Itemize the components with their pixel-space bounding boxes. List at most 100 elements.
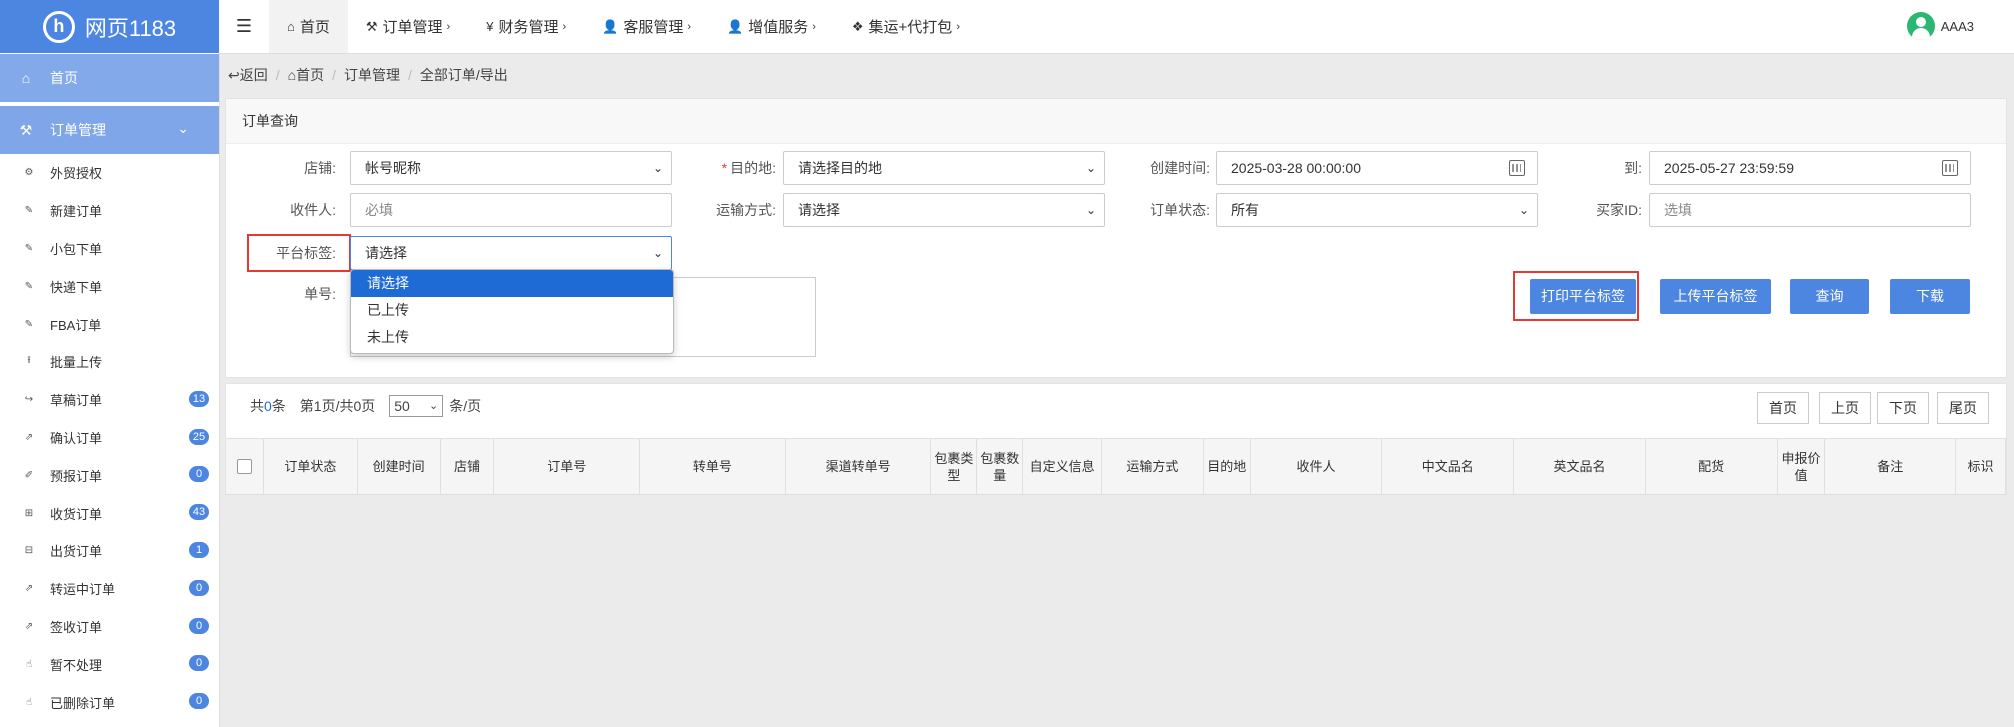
column-header[interactable]: 申报价值 [1778,439,1826,494]
upload-icon: ⭱ [27,355,31,367]
column-header[interactable]: 包裹数量 [977,439,1024,494]
column-header[interactable]: 备注 [1825,439,1957,494]
count-badge: 1 [189,541,209,558]
dropdown-option[interactable]: 已上传 [351,297,673,324]
sidebar-subitem[interactable]: ☝ 暂不处理 0 [0,645,219,683]
sidebar-subitem[interactable]: ⇗ 转运中订单 0 [0,570,219,608]
total-count: 0 [264,398,272,414]
next-page-button[interactable]: 下页 [1877,392,1929,424]
breadcrumb-home[interactable]: 首页 [296,65,324,85]
column-header[interactable]: 创建时间 [358,439,441,494]
breadcrumb-order-management[interactable]: 订单管理 [344,65,400,85]
sidebar-subitem[interactable]: ✎ 新建订单 [0,192,219,230]
sidebar-item-home[interactable]: ⌂ 首页 [0,54,219,102]
sidebar-item-order-management[interactable]: ⚒ 订单管理 ⌄ [0,106,219,154]
external-link-icon: ⇗ [24,620,34,632]
app-logo[interactable]: h 网页1183 [0,0,219,53]
buyer-id-input[interactable]: 选填 [1649,193,1971,227]
column-header[interactable]: 收件人 [1251,439,1383,494]
receiver-input[interactable]: 必填 [350,193,672,227]
column-header[interactable]: 运输方式 [1102,439,1204,494]
menu-toggle-icon[interactable]: ☰ [219,0,269,53]
sidebar-subitem-label: 暂不处理 [50,657,103,673]
pager-info: 共 0 条 第1页/共0页 50 ⌄ 条/页 [250,394,481,418]
sidebar-subitem-label: 快递下单 [50,279,103,295]
column-header[interactable]: 英文品名 [1514,439,1646,494]
order-status-select[interactable]: 所有 ⌄ [1216,193,1538,227]
column-header[interactable]: 渠道转单号 [786,439,932,494]
top-menu-label: 增值服务 [748,19,809,36]
shop-select[interactable]: 帐号昵称 ⌄ [350,151,672,185]
column-header[interactable]: 目的地 [1204,439,1251,494]
sidebar-subitem[interactable]: ⇗ 签收订单 0 [0,608,219,646]
column-header[interactable]: 中文品名 [1382,439,1515,494]
created-to-input[interactable]: 2025-05-27 23:59:59 [1649,151,1971,185]
first-page-button[interactable]: 首页 [1757,392,1809,424]
dropdown-option[interactable]: 未上传 [351,324,673,351]
sidebar-subitem[interactable]: ✐ 预报订单 0 [0,456,219,494]
sidebar-subitem[interactable]: ⊞ 收货订单 43 [0,494,219,532]
column-header[interactable]: 标识 [1956,439,2006,494]
top-menu-item[interactable]: ❖ 集运+代打包 › [834,0,978,53]
destination-select[interactable]: 请选择目的地 ⌄ [783,151,1105,185]
upload-platform-tag-button[interactable]: 上传平台标签 [1660,279,1771,314]
breadcrumb-back[interactable]: 返回 [240,65,268,85]
top-menu-item[interactable]: 👤 增值服务 › [709,0,834,53]
logo-text: 网页1183 [84,15,177,41]
page-size-select[interactable]: 50 ⌄ [389,395,444,417]
top-menu-item[interactable]: ⌂ 首页 [269,0,348,53]
sidebar-subitem[interactable]: ✎ FBA订单 [0,305,219,343]
top-menu-item[interactable]: 👤 客服管理 › [584,0,709,53]
transport-select-value: 请选择 [798,202,840,218]
transport-select[interactable]: 请选择 ⌄ [783,193,1105,227]
column-header[interactable]: 包裹类型 [931,439,978,494]
edit-icon: ✎ [24,205,34,217]
download-button[interactable]: 下载 [1890,279,1970,314]
calendar-icon[interactable] [1509,160,1525,176]
transport-label: 运输方式: [716,202,776,218]
username: AAA3 [1940,18,1974,34]
query-button[interactable]: 查询 [1790,279,1869,314]
column-header[interactable]: 转单号 [640,439,786,494]
column-header[interactable]: 店铺 [441,439,495,494]
sidebar-subitem[interactable]: ↪ 草稿订单 13 [0,381,219,419]
column-header[interactable]: 自定义信息 [1023,439,1103,494]
sidebar-submenu: ⚙ 外贸授权 ✎ 新建订单 ✎ 小包下单 ✎ 快递下单 ✎ FBA订单 ⭱ 批量上传 ↪ 草稿订单 13 ⇗ 确… [0,154,219,727]
top-menu-item[interactable]: ⚒ 订单管理 › [348,0,468,53]
sidebar-subitem-label: 签收订单 [50,619,103,635]
top-menu-label: 客服管理 [623,19,684,36]
per-page-label: 条/页 [449,398,482,414]
sidebar-order-label: 订单管理 [50,122,106,138]
external-link-icon: ⇗ [24,583,34,595]
chevron-down-icon: ⌄ [177,120,189,136]
column-header[interactable]: 订单号 [494,439,641,494]
platform-tag-select[interactable]: 请选择 ⌄ [350,236,672,270]
calendar-icon[interactable] [1942,160,1958,176]
home-icon: ⌂ [287,67,297,83]
column-header[interactable]: 配货 [1646,439,1778,494]
sidebar-subitem[interactable]: ⚙ 外贸授权 [0,154,219,192]
count-badge: 0 [189,655,209,672]
sidebar-subitem-label: FBA订单 [50,317,102,333]
count-badge: 43 [189,504,209,521]
created-from-input[interactable]: 2025-03-28 00:00:00 [1216,151,1538,185]
sidebar-subitem[interactable]: ⊟ 出货订单 1 [0,532,219,570]
sidebar-subitem[interactable]: ☝ 已删除订单 0 [0,683,219,721]
sidebar-subitem[interactable]: ✎ 快递下单 [0,267,219,305]
user-menu[interactable]: AAA3 [1906,12,1974,40]
receiver-label: 收件人: [290,202,336,218]
print-platform-tag-button[interactable]: 打印平台标签 [1530,279,1636,314]
top-menu-item[interactable]: ¥ 财务管理 › [468,0,584,53]
column-header[interactable]: 订单状态 [264,439,358,494]
prev-page-button[interactable]: 上页 [1819,392,1871,424]
sidebar-subitem[interactable]: ✎ 小包下单 [0,230,219,268]
sidebar-subitem[interactable]: ⇗ 确认订单 25 [0,419,219,457]
receiver-placeholder: 必填 [365,202,393,218]
sidebar-subitem[interactable]: ⭱ 批量上传 [0,343,219,381]
dropdown-option[interactable]: 请选择 [351,270,673,297]
chevron-right-icon: › [446,20,451,33]
last-page-button[interactable]: 尾页 [1937,392,1989,424]
sidebar-subitem[interactable]: ⇉已合并订单 [0,721,219,727]
avatar-icon [1906,12,1935,40]
select-all-checkbox[interactable] [236,459,252,474]
